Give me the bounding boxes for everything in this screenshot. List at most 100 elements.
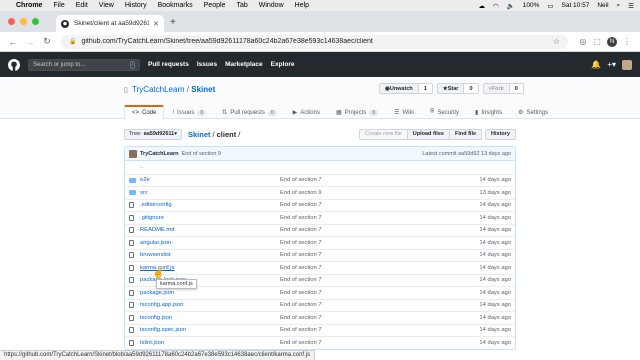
file-row[interactable]: tslint.json End of section 7 14 days ago: [125, 336, 515, 349]
tab-pull-requests[interactable]: ⇅ Pull requests 0: [214, 105, 285, 119]
file-commit-message[interactable]: End of section 7: [280, 177, 430, 183]
fork-button[interactable]: ⑂ Fork: [482, 83, 510, 94]
tab-insights[interactable]: ▮ Insights: [467, 105, 510, 119]
menu-bookmarks[interactable]: Bookmarks: [158, 2, 193, 9]
file-commit-message[interactable]: End of section 9: [280, 190, 430, 196]
file-name-link[interactable]: e2e: [140, 177, 280, 183]
menu-list-icon[interactable]: ☰: [628, 2, 634, 10]
extension-icon[interactable]: ◎: [576, 37, 590, 46]
file-commit-message[interactable]: End of section 7: [280, 327, 430, 333]
menu-file[interactable]: File: [53, 2, 64, 9]
history-button[interactable]: History: [485, 128, 516, 140]
file-name-link[interactable]: package.json: [140, 290, 280, 296]
branch-select-button[interactable]: Tree: aa59d92611 ▾: [124, 128, 182, 140]
menu-app[interactable]: Chrome: [16, 2, 42, 9]
file-commit-message[interactable]: End of section 7: [280, 315, 430, 321]
profile-avatar[interactable]: N: [607, 36, 617, 47]
nav-marketplace[interactable]: Marketplace: [225, 61, 263, 68]
nav-issues[interactable]: Issues: [197, 61, 217, 68]
file-row[interactable]: tsconfig.app.json End of section 7 14 days…: [125, 298, 515, 312]
close-tab-icon[interactable]: ✕: [153, 20, 159, 28]
tab-settings[interactable]: ⚙ Settings: [510, 105, 556, 119]
file-commit-message[interactable]: End of section 7: [280, 340, 430, 346]
file-name-link[interactable]: src: [140, 190, 280, 196]
breadcrumb-repo-link[interactable]: Skinet: [188, 130, 211, 139]
forks-count[interactable]: 0: [509, 83, 524, 94]
file-row[interactable]: karma.conf.js End of section 7 14 days ago: [125, 261, 515, 274]
menu-history[interactable]: History: [125, 2, 147, 9]
tab-security[interactable]: ⛨ Security: [422, 105, 467, 119]
wifi-icon[interactable]: ◠: [493, 2, 499, 10]
tab-issues[interactable]: ! Issues 0: [164, 105, 214, 119]
stars-count[interactable]: 0: [464, 83, 479, 94]
lock-icon[interactable]: 🔒: [69, 38, 76, 45]
back-icon[interactable]: ←: [6, 37, 20, 47]
file-name-link[interactable]: README.md: [140, 227, 280, 233]
create-new-plus-icon[interactable]: +▾: [607, 60, 616, 69]
tab-projects[interactable]: ▦ Projects 0: [328, 105, 386, 119]
menu-edit[interactable]: Edit: [76, 2, 88, 9]
find-file-button[interactable]: Find file: [448, 128, 483, 140]
file-name-link[interactable]: tsconfig.spec.json: [140, 327, 280, 333]
star-button[interactable]: ★ Star: [436, 83, 465, 94]
forward-icon[interactable]: →: [23, 37, 37, 47]
file-commit-message[interactable]: End of section 7: [280, 290, 430, 296]
address-bar[interactable]: 🔒 github.com/TryCatchLearn/Skinet/tree/a…: [61, 34, 568, 49]
github-logo-icon[interactable]: [8, 58, 20, 71]
maximize-window-button[interactable]: [32, 18, 39, 25]
menu-view[interactable]: View: [99, 2, 114, 9]
datetime[interactable]: Sat 10:57: [562, 2, 590, 9]
repo-name-link[interactable]: Skinet: [191, 85, 215, 94]
file-row[interactable]: ..: [125, 161, 515, 174]
file-row[interactable]: tsconfig.spec.json End of section 7 14 day…: [125, 323, 515, 337]
kebab-menu-icon[interactable]: ⋮: [620, 37, 634, 46]
bookmark-star-icon[interactable]: ☆: [553, 37, 560, 46]
nav-pull-requests[interactable]: Pull requests: [148, 61, 189, 68]
file-commit-message[interactable]: End of section 7: [280, 302, 430, 308]
file-name-link[interactable]: tsconfig.app.json: [140, 302, 280, 308]
file-row[interactable]: src End of section 9 13 days ago: [125, 186, 515, 199]
commit-author-avatar[interactable]: [129, 149, 137, 158]
spotlight-icon[interactable]: ⌕: [617, 2, 621, 10]
upload-files-button[interactable]: Upload files: [406, 128, 450, 140]
cloud-icon[interactable]: ☁: [478, 2, 485, 10]
file-row[interactable]: .gitignore End of section 7 14 days ago: [125, 211, 515, 224]
file-row[interactable]: README.md End of section 7 14 days ago: [125, 223, 515, 237]
file-row[interactable]: browserslist End of section 7 14 days ago: [125, 248, 515, 262]
file-name-link[interactable]: .editorconfig: [140, 202, 280, 208]
file-row[interactable]: angular.json End of section 7 14 days ago: [125, 236, 515, 249]
browser-tab[interactable]: Skinet/client at aa59d92611178a ✕: [56, 15, 164, 32]
tab-code[interactable]: <> Code: [124, 105, 165, 119]
close-window-button[interactable]: [8, 18, 15, 25]
new-tab-icon[interactable]: +: [170, 17, 176, 28]
file-row[interactable]: tsconfig.json End of section 7 14 days ago: [125, 311, 515, 324]
reload-icon[interactable]: ↻: [40, 36, 54, 47]
tab-actions[interactable]: ▶ Actions: [285, 105, 328, 119]
file-name-link[interactable]: .gitignore: [140, 215, 280, 221]
url-text[interactable]: github.com/TryCatchLearn/Skinet/tree/aa5…: [81, 38, 552, 45]
tab-wiki[interactable]: ☰ Wiki: [386, 105, 422, 119]
file-name-link[interactable]: angular.json: [140, 240, 280, 246]
repo-owner-link[interactable]: TryCatchLearn: [132, 85, 185, 94]
create-new-file-button[interactable]: Create new file: [359, 128, 408, 140]
volume-icon[interactable]: 🔈: [507, 2, 515, 10]
file-commit-message[interactable]: End of section 7: [280, 265, 430, 271]
file-row[interactable]: e2e End of section 7 14 days ago: [125, 173, 515, 187]
extension-puzzle-icon[interactable]: ⬚: [590, 37, 604, 46]
nav-explore[interactable]: Explore: [271, 61, 295, 68]
user-avatar[interactable]: [622, 59, 632, 70]
commit-author[interactable]: TryCatchLearn: [140, 151, 179, 157]
file-commit-message[interactable]: End of section 7: [280, 277, 430, 283]
latest-commit-info[interactable]: Latest commit aa59d92 13 days ago: [422, 151, 511, 157]
file-row[interactable]: .editorconfig End of section 7 14 days ago: [125, 198, 515, 212]
file-commit-message[interactable]: End of section 7: [280, 202, 430, 208]
battery-percent[interactable]: 100%: [523, 2, 540, 9]
menu-people[interactable]: People: [204, 2, 226, 9]
notification-bell-icon[interactable]: 🔔: [591, 60, 601, 69]
menu-window[interactable]: Window: [259, 2, 284, 9]
menu-help[interactable]: Help: [295, 2, 309, 9]
search-input[interactable]: Search or jump to... /: [28, 58, 140, 71]
unwatch-button[interactable]: ◉ Unwatch: [379, 83, 419, 94]
file-commit-message[interactable]: End of section 7: [280, 227, 430, 233]
file-commit-message[interactable]: End of section 7: [280, 252, 430, 258]
